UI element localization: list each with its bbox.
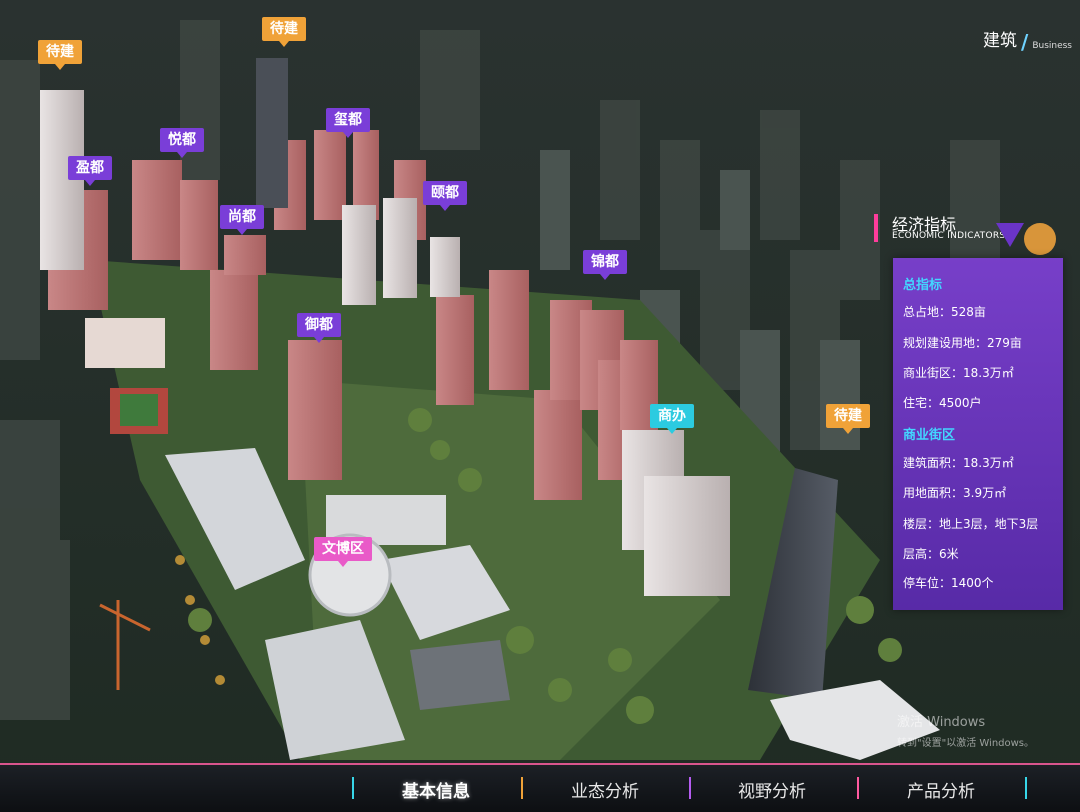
map-tag[interactable]: 悦都 <box>160 128 204 158</box>
nav-item-business-analysis[interactable]: 业态分析 <box>550 777 660 802</box>
nav-separator <box>857 777 859 799</box>
econ-section-commercial: 商业街区 <box>903 428 956 443</box>
econ-subtitle: ECONOMIC INDICATORS <box>892 231 1006 241</box>
nav-separator <box>521 777 523 799</box>
map-tag[interactable]: 待建 <box>262 17 306 47</box>
econ-header-accent <box>874 214 878 242</box>
map-tag[interactable]: 玺都 <box>326 108 370 138</box>
watermark-line1: 激活 Windows <box>897 715 986 730</box>
nav-separator <box>1025 777 1027 799</box>
brand-main: 建筑 <box>983 31 1017 51</box>
windows-activation-watermark: 激活 Windows 转到"设置"以激活 Windows。 <box>897 711 1034 749</box>
nav-separator <box>352 777 354 799</box>
bottom-nav: 基本信息 业态分析 视野分析 产品分析 <box>0 763 1080 812</box>
econ-header: 经济指标 ECONOMIC INDICATORS <box>874 209 1064 259</box>
map-tag[interactable]: 御都 <box>297 313 341 343</box>
map-tag[interactable]: 商办 <box>650 404 694 434</box>
brand-mark: 建筑 / Business <box>983 26 1072 54</box>
circle-icon <box>1024 223 1056 255</box>
nav-item-view-analysis[interactable]: 视野分析 <box>717 777 827 802</box>
econ-land-area: 用地面积：3.9万㎡ <box>903 486 1007 500</box>
econ-section-total: 总指标 <box>903 278 943 293</box>
map-tag[interactable]: 待建 <box>38 40 82 70</box>
map-tag[interactable]: 文博区 <box>314 537 372 567</box>
map-tag[interactable]: 盈都 <box>68 156 112 186</box>
econ-total-area: 总占地：528亩 <box>903 305 986 319</box>
nav-separator <box>689 777 691 799</box>
map-tag[interactable]: 待建 <box>826 404 870 434</box>
map-tag[interactable]: 颐都 <box>423 181 467 211</box>
brand-slash-icon: / <box>1021 30 1029 54</box>
econ-height: 层高：6米 <box>903 547 959 561</box>
map-tag[interactable]: 尚都 <box>220 205 264 235</box>
watermark-line2: 转到"设置"以激活 Windows。 <box>897 738 1035 749</box>
econ-commercial-street: 商业街区：18.3万㎡ <box>903 366 1014 380</box>
nav-item-product-analysis[interactable]: 产品分析 <box>886 777 996 802</box>
econ-planned-land: 规划建设用地：279亩 <box>903 336 1022 350</box>
nav-item-basic-info[interactable]: 基本信息 <box>381 777 491 802</box>
econ-parking: 停车位：1400个 <box>903 576 994 590</box>
econ-floor-area: 建筑面积：18.3万㎡ <box>903 456 1014 470</box>
brand-sub: Business <box>1032 41 1072 51</box>
econ-housing: 住宅：4500户 <box>903 396 982 410</box>
triangle-icon <box>996 223 1024 247</box>
map-tag[interactable]: 锦都 <box>583 250 627 280</box>
econ-floors: 楼层：地上3层，地下3层 <box>903 517 1039 531</box>
econ-panel: 总指标 总占地：528亩 规划建设用地：279亩 商业街区：18.3万㎡ 住宅：… <box>893 258 1063 610</box>
